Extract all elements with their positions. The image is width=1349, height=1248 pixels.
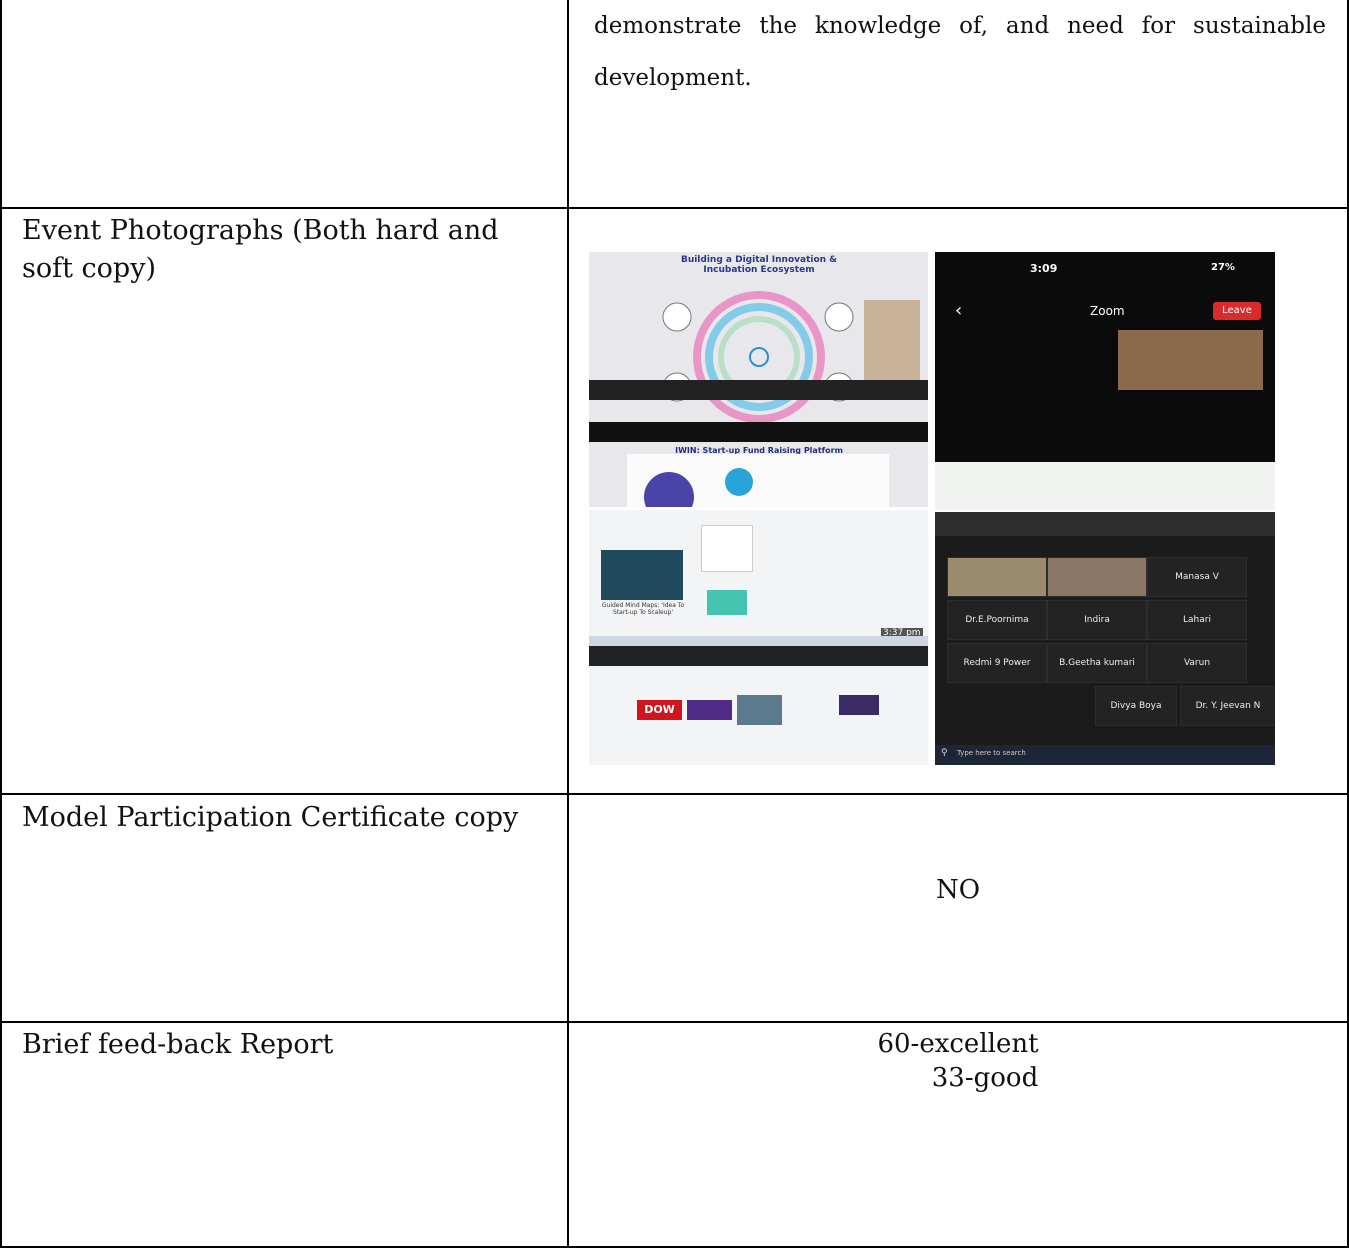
participant-tile: Indira: [1047, 600, 1147, 640]
thumb-tile: [687, 700, 732, 720]
windows-taskbar: ⚲ Type here to search: [935, 745, 1275, 765]
robot-card: [701, 525, 753, 572]
photo-mindmap: Guided Mind Maps: 'Idea To Start-up To S…: [589, 510, 928, 765]
back-arrow-icon: ‹: [955, 300, 963, 321]
globe-graphic: [627, 454, 889, 507]
outcome-text: demonstrate the knowledge of, and need f…: [594, 13, 1326, 91]
browser-header: [589, 646, 928, 666]
thumb-tile: [839, 695, 879, 715]
participant-tile: Dr. Y. Jeevan N: [1180, 686, 1275, 726]
photo-phone-zoom: 3:09 27% ‹ Zoom Leave: [935, 252, 1275, 510]
participant-tile: Divya Boya: [1095, 686, 1177, 726]
mindmap-caption: Guided Mind Maps: 'Idea To Start-up To S…: [601, 602, 685, 616]
row-divider: [0, 207, 1349, 209]
phone-battery: 27%: [1211, 262, 1235, 273]
event-photographs-label: Event Photographs (Both hard and soft co…: [22, 215, 499, 284]
zoom-title: Zoom: [1090, 304, 1125, 318]
mindmap-slide: [601, 550, 683, 600]
row-divider: [0, 1021, 1349, 1023]
participant-tile: Lahari: [1147, 600, 1247, 640]
zoom-strip: [589, 422, 928, 442]
thumb-tile: [737, 695, 782, 725]
participant-video: [947, 557, 1047, 597]
participant-tile: B.Geetha kumari: [1047, 643, 1147, 683]
phone-status-time: 3:09: [1030, 262, 1058, 275]
gallery-header: [935, 512, 1275, 536]
ecosystem-diagram: [662, 291, 920, 423]
participant-tile: Varun: [1147, 643, 1247, 683]
participant-tile: Redmi 9 Power: [947, 643, 1047, 683]
certificate-label: Model Participation Certificate copy: [22, 802, 519, 833]
participant-tile: Manasa V: [1147, 557, 1247, 597]
table-border-left: [0, 0, 2, 1248]
leave-button: Leave: [1213, 302, 1261, 320]
photo-slide-ecosystem: Building a Digital Innovation & Incubati…: [589, 252, 928, 507]
participant-tile: Dr.E.Poornima: [947, 600, 1047, 640]
zoom-toolbar: [589, 380, 928, 400]
photo-zoom-gallery: Manasa V Dr.E.Poornima Indira Lahari Red…: [935, 512, 1275, 765]
search-icon: ⚲: [941, 748, 948, 758]
participant-video: [1047, 557, 1147, 597]
taskbar: [589, 636, 928, 646]
certificate-value: NO: [935, 875, 981, 905]
taskbar-search: Type here to search: [957, 749, 1026, 757]
brand-tile: DOW: [637, 700, 682, 720]
row-divider: [0, 793, 1349, 795]
spreadsheet-strip: [935, 462, 1275, 510]
teal-card: [707, 590, 747, 615]
feedback-label: Brief feed-back Report: [22, 1029, 334, 1060]
feedback-excellent: 60-excellent: [877, 1029, 1039, 1059]
document-table: demonstrate the knowledge of, and need f…: [0, 0, 1349, 1248]
feedback-good: 33-good: [931, 1063, 1039, 1093]
speaker-video: [1118, 330, 1263, 390]
